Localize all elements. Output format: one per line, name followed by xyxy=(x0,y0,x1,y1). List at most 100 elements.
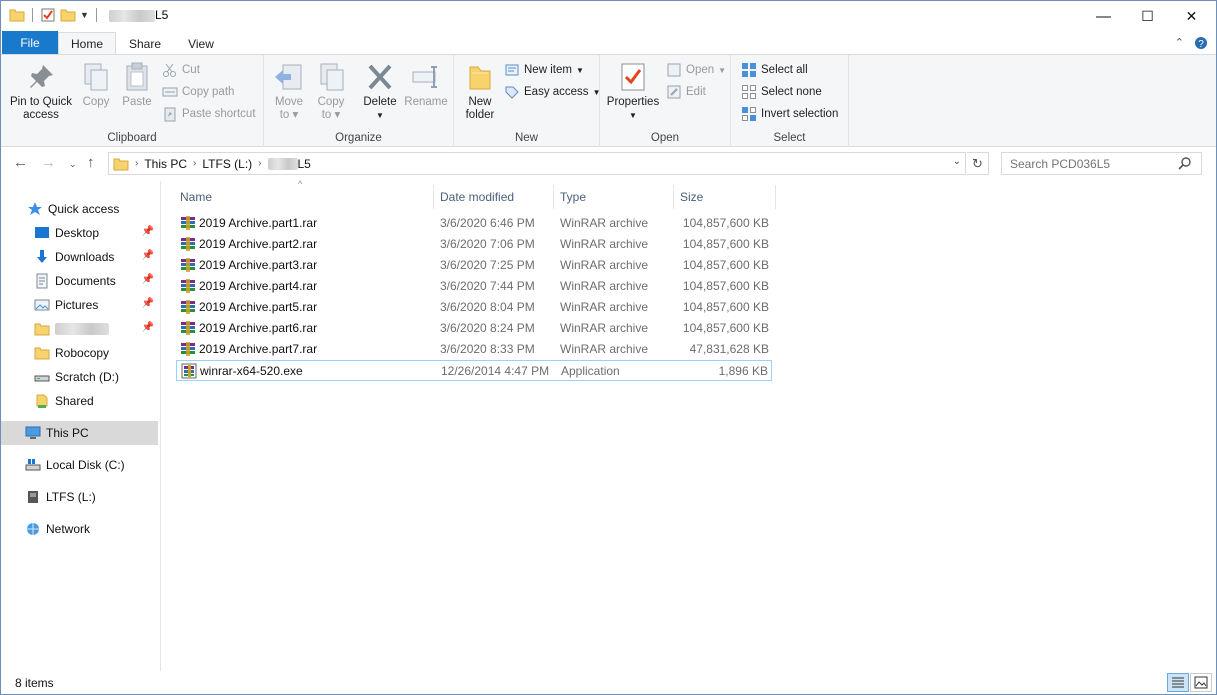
nav-shared[interactable]: Shared xyxy=(1,389,158,413)
breadcrumb-current-folder[interactable]: L5 xyxy=(267,157,311,171)
copy-to-label-2: to ▾ xyxy=(321,109,341,121)
delete-button[interactable]: Delete ▼ xyxy=(360,61,400,122)
file-name: 2019 Archive.part7.rar xyxy=(199,342,318,356)
file-size: 104,857,600 KB xyxy=(682,279,769,293)
address-dropdown-chevron-icon[interactable]: ⌄ xyxy=(953,156,961,167)
file-date-modified: 3/6/2020 7:44 PM xyxy=(440,279,535,293)
details-view-button[interactable] xyxy=(1167,673,1189,692)
search-icon[interactable] xyxy=(1177,156,1193,172)
breadcrumb-this-pc[interactable]: This PC xyxy=(144,157,187,171)
tab-file[interactable]: File xyxy=(2,31,58,55)
new-item-button[interactable]: New item ▼ xyxy=(504,60,584,80)
edit-button[interactable]: Edit xyxy=(666,82,706,102)
nav-ltfs-drive[interactable]: LTFS (L:) xyxy=(1,485,158,509)
breadcrumb-chevron-icon[interactable]: › xyxy=(258,158,261,169)
move-to-button[interactable]: Move to ▾ xyxy=(272,61,306,122)
breadcrumb-chevron-icon[interactable]: › xyxy=(193,158,196,169)
maximize-button[interactable]: ☐ xyxy=(1125,1,1170,31)
new-folder-qa-icon[interactable] xyxy=(60,7,76,23)
nav-label: Quick access xyxy=(48,202,120,216)
nav-scratch-drive[interactable]: Scratch (D:) xyxy=(1,365,158,389)
pin-icon[interactable]: 📌 xyxy=(142,298,154,309)
select-group-label: Select xyxy=(773,132,806,144)
breadcrumb-chevron-icon[interactable]: › xyxy=(135,158,138,169)
file-row[interactable]: 2019 Archive.part7.rar 3/6/2020 8:33 PM Wi… xyxy=(176,339,772,360)
nav-downloads[interactable]: Downloads 📌 xyxy=(1,245,158,269)
breadcrumb-ltfs[interactable]: LTFS (L:) xyxy=(202,157,252,171)
nav-desktop[interactable]: Desktop 📌 xyxy=(1,221,158,245)
column-header-name[interactable]: Name xyxy=(174,185,434,209)
file-row[interactable]: 2019 Archive.part2.rar 3/6/2020 7:06 PM Wi… xyxy=(176,234,772,255)
help-icon[interactable]: ? xyxy=(1194,36,1208,53)
column-header-date-modified[interactable]: Date modified xyxy=(434,185,554,209)
winrar-archive-icon xyxy=(180,299,196,315)
minimize-ribbon-icon[interactable]: ⌃ xyxy=(1175,36,1184,53)
forward-arrow-icon[interactable]: → xyxy=(41,154,56,171)
file-row[interactable]: winrar-x64-520.exe 12/26/2014 4:47 PM Appl… xyxy=(176,360,772,381)
file-type: WinRAR archive xyxy=(560,321,649,335)
nav-this-pc[interactable]: This PC xyxy=(1,421,158,445)
drive-icon xyxy=(34,369,50,385)
file-size: 104,857,600 KB xyxy=(682,321,769,335)
item-count: 8 items xyxy=(15,676,54,690)
nav-documents[interactable]: Documents 📌 xyxy=(1,269,158,293)
easy-access-button[interactable]: Easy access ▼ xyxy=(504,82,600,102)
file-row[interactable]: 2019 Archive.part6.rar 3/6/2020 8:24 PM Wi… xyxy=(176,318,772,339)
tab-home[interactable]: Home xyxy=(58,32,116,55)
search-box[interactable] xyxy=(1001,152,1202,175)
paste-button[interactable]: Paste xyxy=(119,61,155,109)
large-icons-view-button[interactable] xyxy=(1190,673,1212,692)
desktop-icon xyxy=(34,225,50,241)
select-all-icon xyxy=(741,62,757,78)
file-row[interactable]: 2019 Archive.part1.rar 3/6/2020 6:46 PM Wi… xyxy=(176,213,772,234)
column-header-size[interactable]: Size xyxy=(674,185,776,209)
close-button[interactable]: ✕ xyxy=(1169,1,1214,31)
new-folder-button[interactable]: New folder xyxy=(460,61,500,122)
select-all-button[interactable]: Select all xyxy=(741,60,808,80)
copy-to-button[interactable]: Copy to ▾ xyxy=(314,61,348,122)
file-type: WinRAR archive xyxy=(560,258,649,272)
nav-pictures[interactable]: Pictures 📌 xyxy=(1,293,158,317)
copy-button[interactable]: Copy xyxy=(79,61,113,109)
nav-quick-access[interactable]: Quick access xyxy=(1,197,158,221)
nav-robocopy[interactable]: Robocopy xyxy=(1,341,158,365)
nav-local-disk[interactable]: Local Disk (C:) xyxy=(1,453,158,477)
easy-access-label: Easy access xyxy=(524,86,589,98)
file-size: 1,896 KB xyxy=(718,364,768,378)
file-row[interactable]: 2019 Archive.part3.rar 3/6/2020 7:25 PM Wi… xyxy=(176,255,772,276)
copy-path-button[interactable]: Copy path xyxy=(162,82,234,102)
search-input[interactable] xyxy=(1002,156,1177,171)
recent-locations-chevron-icon[interactable]: ⌄ xyxy=(69,159,77,170)
customize-qa-dropdown-icon[interactable]: ▼ xyxy=(80,10,89,20)
refresh-icon[interactable]: ↻ xyxy=(967,152,989,175)
file-date-modified: 3/6/2020 8:04 PM xyxy=(440,300,535,314)
download-arrow-icon xyxy=(34,249,50,265)
pin-icon xyxy=(25,61,57,93)
back-arrow-icon[interactable]: ← xyxy=(13,154,28,171)
properties-qa-icon[interactable] xyxy=(40,7,56,23)
tab-view[interactable]: View xyxy=(176,33,226,55)
cut-button[interactable]: Cut xyxy=(162,60,200,80)
pin-to-quick-access-button[interactable]: Pin to Quick access xyxy=(7,61,75,122)
file-type: WinRAR archive xyxy=(560,237,649,251)
up-arrow-icon[interactable]: ↑ xyxy=(87,154,95,171)
select-none-button[interactable]: Select none xyxy=(741,82,822,102)
file-row[interactable]: 2019 Archive.part5.rar 3/6/2020 8:04 PM Wi… xyxy=(176,297,772,318)
invert-selection-button[interactable]: Invert selection xyxy=(741,104,838,124)
paste-shortcut-button[interactable]: Paste shortcut xyxy=(162,104,256,124)
nav-redacted-folder[interactable]: 📌 xyxy=(1,317,158,341)
pin-icon[interactable]: 📌 xyxy=(142,226,154,237)
column-header-type[interactable]: Type xyxy=(554,185,674,209)
pin-icon[interactable]: 📌 xyxy=(142,250,154,261)
pin-icon[interactable]: 📌 xyxy=(142,322,154,333)
file-row[interactable]: 2019 Archive.part4.rar 3/6/2020 7:44 PM Wi… xyxy=(176,276,772,297)
nav-network[interactable]: Network xyxy=(1,517,158,541)
open-button[interactable]: Open ▼ xyxy=(666,60,726,80)
minimize-button[interactable]: — xyxy=(1081,1,1126,31)
rename-button[interactable]: Rename xyxy=(404,61,448,109)
pin-icon[interactable]: 📌 xyxy=(142,274,154,285)
properties-button[interactable]: Properties ▼ xyxy=(605,61,661,122)
address-bar[interactable]: › This PC › LTFS (L:) › L5 ⌄ xyxy=(108,152,966,175)
tab-share[interactable]: Share xyxy=(119,33,171,55)
winrar-archive-icon xyxy=(180,320,196,336)
